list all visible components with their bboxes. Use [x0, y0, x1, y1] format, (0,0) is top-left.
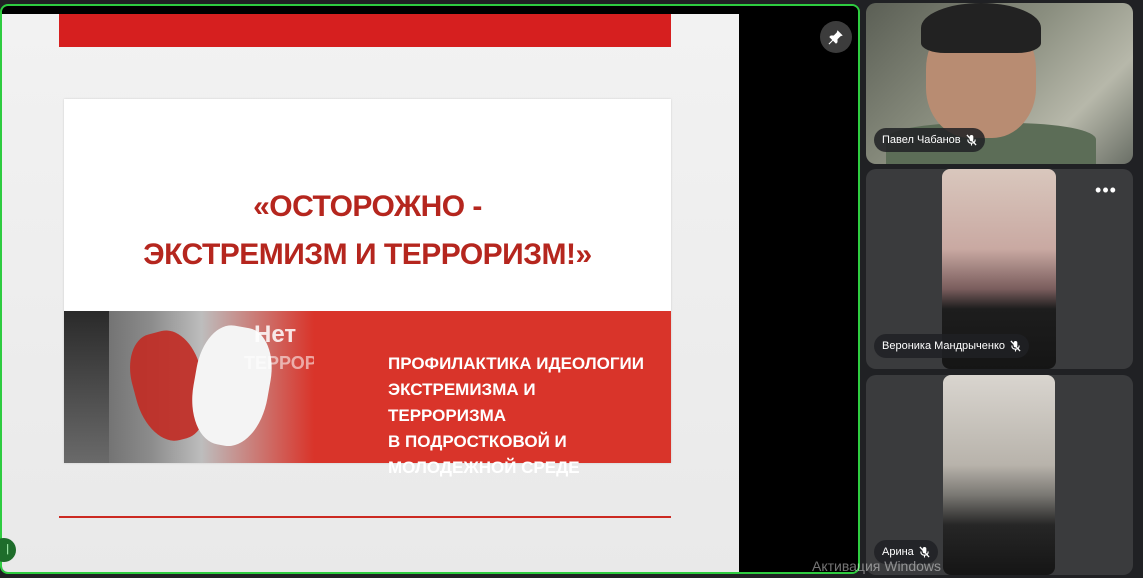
mic-off-icon — [1010, 340, 1021, 352]
windows-activation-watermark: Активация Windows — [812, 558, 942, 574]
slide-subtitle-line-4: МОЛОДЕЖНОЙ СРЕДЕ — [388, 458, 580, 477]
mic-off-icon — [919, 546, 930, 558]
letterbox-area — [739, 6, 858, 572]
presentation-slide: «ОСТОРОЖНО - ЭКСТРЕМИЗМ И ТЕРРОРИЗМ!» Не… — [2, 14, 739, 572]
participant-tile[interactable]: ••• Вероника Мандрыченко — [866, 169, 1133, 369]
participant-tile[interactable]: Павел Чабанов — [866, 3, 1133, 164]
slide-top-bar — [59, 14, 671, 47]
pin-button[interactable] — [820, 21, 852, 53]
slide-bottom-line — [59, 516, 671, 518]
meeting-window: «ОСТОРОЖНО - ЭКСТРЕМИЗМ И ТЕРРОРИЗМ!» Не… — [0, 0, 1143, 578]
mic-off-icon — [966, 134, 977, 146]
slide-title-line-2: ЭКСТРЕМИЗМ И ТЕРРОРИЗМ!» — [143, 238, 592, 271]
slide-illustration: Нет ТЕРРОРИЗМУ — [64, 311, 314, 463]
pin-icon — [828, 30, 843, 45]
participant-name: Арина — [882, 546, 914, 558]
video-hair — [921, 3, 1041, 53]
participant-tile[interactable]: Арина — [866, 375, 1133, 575]
more-options-icon: ••• — [1095, 180, 1117, 200]
illustration-caption-1: Нет — [254, 321, 297, 348]
participant-name: Павел Чабанов — [882, 134, 961, 146]
participant-name: Вероника Мандрыченко — [882, 340, 1006, 352]
participant-name-chip: Вероника Мандрыченко — [874, 334, 1030, 358]
participant-name-chip: Павел Чабанов — [874, 128, 985, 152]
slide-subtitle: ПРОФИЛАКТИКА ИДЕОЛОГИИ ЭКСТРЕМИЗМА И ТЕР… — [388, 351, 658, 481]
slide-title: «ОСТОРОЖНО - ЭКСТРЕМИЗМ И ТЕРРОРИЗМ!» — [64, 183, 671, 279]
shared-screen: «ОСТОРОЖНО - ЭКСТРЕМИЗМ И ТЕРРОРИЗМ!» Не… — [0, 4, 860, 574]
child-photo — [64, 311, 109, 463]
more-options-button[interactable]: ••• — [1094, 181, 1118, 205]
slide-content-card: «ОСТОРОЖНО - ЭКСТРЕМИЗМ И ТЕРРОРИЗМ!» Не… — [64, 99, 671, 477]
slide-subtitle-line-2: ЭКСТРЕМИЗМА И ТЕРРОРИЗМА — [388, 380, 536, 425]
illustration-caption-2: ТЕРРОРИЗМУ — [244, 353, 314, 373]
participant-video — [943, 375, 1055, 575]
slide-subtitle-line-1: ПРОФИЛАКТИКА ИДЕОЛОГИИ — [388, 354, 644, 373]
slide-red-band: Нет ТЕРРОРИЗМУ ПРОФИЛАКТИКА ИДЕОЛОГИИ ЭК… — [64, 311, 671, 477]
slide-subtitle-line-3: В ПОДРОСТКОВОЙ И — [388, 432, 567, 451]
slide-title-line-1: «ОСТОРОЖНО - — [253, 190, 482, 223]
